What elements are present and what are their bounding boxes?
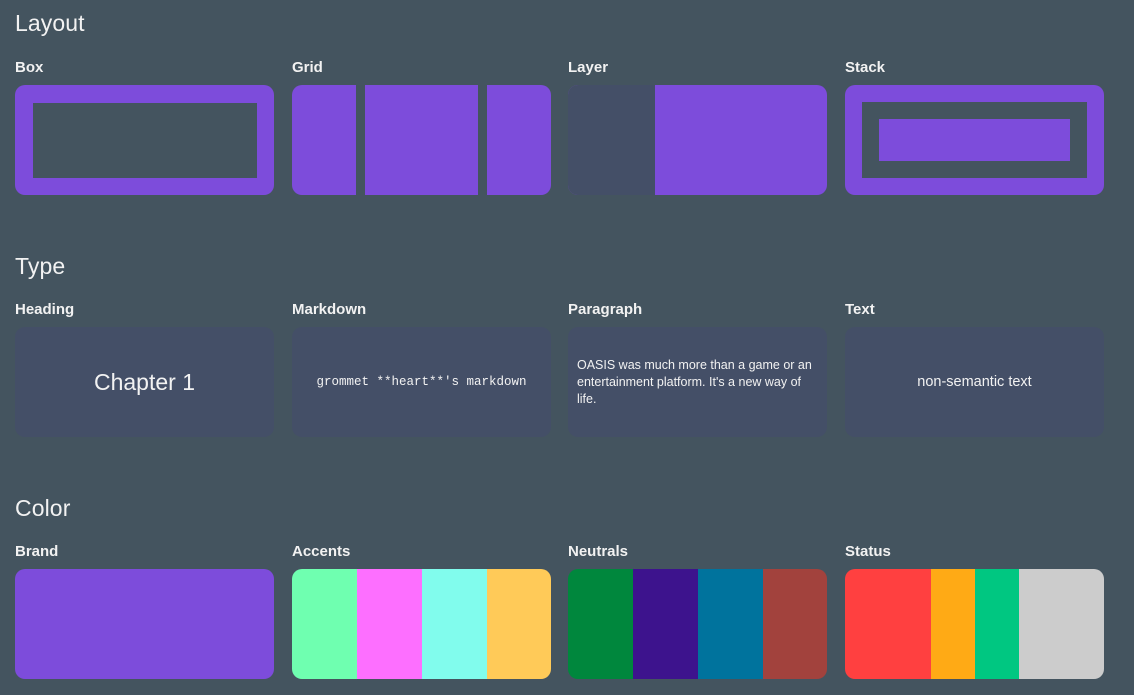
card-box[interactable]: Box	[15, 59, 274, 195]
layer-preview	[568, 85, 827, 195]
grid-column	[487, 85, 551, 195]
card-status[interactable]: Status	[845, 543, 1104, 679]
stack-middle-layer	[862, 102, 1087, 178]
neutrals-swatch	[698, 569, 763, 679]
layer-overlay	[568, 85, 655, 195]
card-label-accents: Accents	[292, 543, 351, 560]
paragraph-preview: OASIS was much more than a game or an en…	[568, 327, 827, 437]
stack-inner-layer	[879, 119, 1070, 161]
swatch-row	[568, 569, 827, 679]
stack-preview	[845, 85, 1104, 195]
card-stack[interactable]: Stack	[845, 59, 1104, 195]
paragraph-sample: OASIS was much more than a game or an en…	[577, 357, 812, 406]
card-heading[interactable]: Heading Chapter 1	[15, 301, 274, 437]
card-label-stack: Stack	[845, 59, 886, 76]
card-label-brand: Brand	[15, 543, 59, 560]
card-neutrals[interactable]: Neutrals	[568, 543, 827, 679]
accents-swatch	[292, 569, 357, 679]
card-label-grid: Grid	[292, 59, 323, 76]
neutrals-swatch	[568, 569, 633, 679]
box-inner-area	[33, 103, 257, 178]
neutrals-swatch	[763, 569, 827, 679]
markdown-sample: grommet **heart**'s markdown	[316, 375, 527, 389]
card-layer[interactable]: Layer	[568, 59, 827, 195]
accents-swatch	[487, 569, 551, 679]
card-label-paragraph: Paragraph	[568, 301, 643, 318]
heading-sample: Chapter 1	[93, 368, 195, 395]
card-paragraph[interactable]: Paragraph OASIS was much more than a gam…	[568, 301, 827, 437]
card-markdown[interactable]: Markdown grommet **heart**'s markdown	[292, 301, 551, 437]
swatch-row	[292, 569, 551, 679]
grid-column	[292, 85, 356, 195]
card-label-text: Text	[845, 301, 875, 318]
swatch-row	[15, 569, 274, 679]
card-label-neutrals: Neutrals	[568, 543, 629, 560]
card-label-markdown: Markdown	[292, 301, 367, 318]
heading-preview: Chapter 1	[15, 327, 274, 437]
section-title-color: Color	[15, 495, 71, 521]
accents-swatches	[292, 569, 551, 679]
accents-swatch	[357, 569, 422, 679]
swatch-row	[845, 569, 1104, 679]
card-label-box: Box	[15, 59, 44, 76]
grid-preview	[292, 85, 551, 195]
markdown-preview: grommet **heart**'s markdown	[292, 327, 551, 437]
status-swatches	[845, 569, 1104, 679]
card-accents[interactable]: Accents	[292, 543, 551, 679]
status-swatch	[975, 569, 1019, 679]
accents-swatch	[422, 569, 487, 679]
card-label-heading: Heading	[15, 301, 75, 318]
card-label-status: Status	[845, 543, 891, 560]
card-grid[interactable]: Grid	[292, 59, 551, 195]
status-swatch	[1019, 569, 1104, 679]
section-title-type: Type	[15, 253, 66, 279]
status-swatch	[845, 569, 931, 679]
brand-swatch	[15, 569, 274, 679]
grid-column	[365, 85, 478, 195]
text-preview: non-semantic text	[845, 327, 1104, 437]
text-sample: non-semantic text	[917, 374, 1032, 390]
brand-swatches	[15, 569, 274, 679]
neutrals-swatches	[568, 569, 827, 679]
neutrals-swatch	[633, 569, 698, 679]
status-swatch	[931, 569, 975, 679]
card-brand[interactable]: Brand	[15, 543, 274, 679]
card-text[interactable]: Text non-semantic text	[845, 301, 1104, 437]
box-preview	[15, 85, 274, 195]
section-title-layout: Layout	[15, 10, 85, 36]
card-label-layer: Layer	[568, 59, 609, 76]
